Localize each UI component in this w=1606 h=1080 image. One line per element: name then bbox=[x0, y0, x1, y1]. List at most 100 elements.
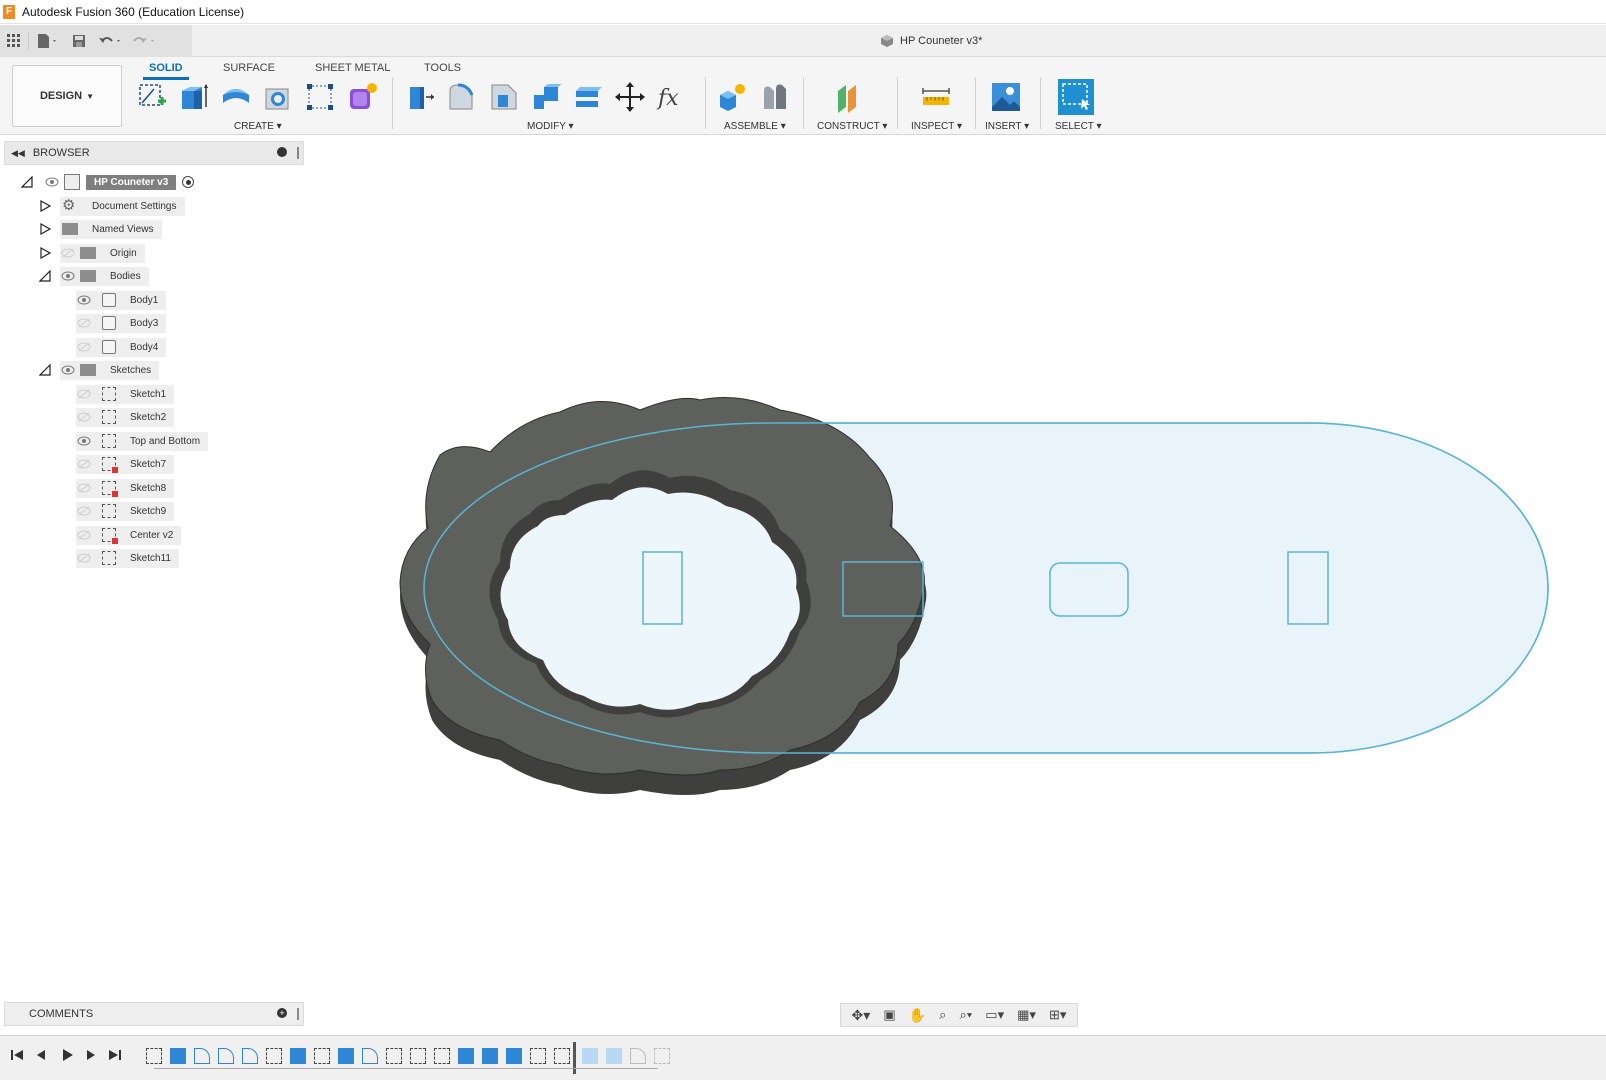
browser-item-body3[interactable]: Body3 bbox=[76, 313, 167, 333]
pattern-icon[interactable] bbox=[302, 79, 338, 115]
revolve-icon[interactable] bbox=[218, 79, 254, 115]
look-at-icon[interactable]: ▣ bbox=[883, 1007, 895, 1023]
step-forward-icon[interactable] bbox=[82, 1046, 100, 1064]
timeline-sketch-feature[interactable] bbox=[530, 1048, 546, 1064]
modify-menu[interactable]: MODIFY ▾ bbox=[527, 121, 574, 132]
timeline-extrude-feature[interactable] bbox=[338, 1048, 354, 1064]
hidden-eye-icon[interactable] bbox=[76, 505, 92, 517]
undo-icon[interactable] bbox=[93, 29, 127, 53]
timeline-fillet-feature[interactable] bbox=[362, 1048, 378, 1064]
browser-item-sketch1[interactable]: Sketch1 bbox=[76, 384, 175, 404]
browser-item-sketches[interactable]: Sketches bbox=[38, 360, 160, 380]
browser-item-sketch9[interactable]: Sketch9 bbox=[76, 501, 175, 521]
grid-snaps-icon[interactable]: ▦▾ bbox=[1017, 1007, 1036, 1023]
hidden-eye-icon[interactable] bbox=[76, 552, 92, 564]
collapse-triangle-icon[interactable] bbox=[38, 269, 52, 283]
expand-triangle-icon[interactable] bbox=[38, 222, 52, 236]
file-menu-button[interactable] bbox=[29, 29, 65, 53]
browser-root-row[interactable]: HP Couneter v3 bbox=[20, 172, 195, 192]
timeline-suppressed-feature[interactable] bbox=[582, 1048, 598, 1064]
add-comment-icon[interactable]: + bbox=[277, 1008, 287, 1018]
play-icon[interactable] bbox=[58, 1046, 76, 1064]
hidden-eye-icon[interactable] bbox=[76, 482, 92, 494]
timeline-suppressed-feature[interactable] bbox=[606, 1048, 622, 1064]
timeline-fillet-feature[interactable] bbox=[194, 1048, 210, 1064]
tab-surface[interactable]: SURFACE bbox=[217, 59, 281, 77]
construct-menu[interactable]: CONSTRUCT ▾ bbox=[817, 121, 887, 132]
step-back-icon[interactable] bbox=[32, 1046, 50, 1064]
timeline-extrude-feature[interactable] bbox=[170, 1048, 186, 1064]
timeline-fillet-feature[interactable] bbox=[218, 1048, 234, 1064]
tab-tools[interactable]: TOOLS bbox=[418, 59, 467, 77]
go-to-start-icon[interactable] bbox=[8, 1046, 26, 1064]
visibility-eye-icon[interactable] bbox=[44, 176, 60, 188]
timeline-sketch-feature[interactable] bbox=[266, 1048, 282, 1064]
pan-icon[interactable]: ✋ bbox=[909, 1007, 926, 1024]
go-to-end-icon[interactable] bbox=[106, 1046, 124, 1064]
browser-item-sketch7[interactable]: Sketch7 bbox=[76, 454, 175, 474]
expand-triangle-icon[interactable] bbox=[38, 199, 52, 213]
browser-item-sketch2[interactable]: Sketch2 bbox=[76, 407, 175, 427]
inspect-menu[interactable]: INSPECT ▾ bbox=[911, 121, 962, 132]
workspace-switcher[interactable]: DESIGN ▼ bbox=[12, 65, 122, 127]
hidden-eye-icon[interactable] bbox=[76, 388, 92, 400]
select-tool-icon[interactable] bbox=[1058, 79, 1094, 115]
timeline-suppressed-feature[interactable] bbox=[630, 1048, 646, 1064]
extrude-icon[interactable] bbox=[176, 79, 212, 115]
timeline-fillet-feature[interactable] bbox=[242, 1048, 258, 1064]
browser-item-center-v2[interactable]: Center v2 bbox=[76, 525, 182, 545]
browser-item-body1[interactable]: Body1 bbox=[76, 290, 167, 310]
tab-sheet-metal[interactable]: SHEET METAL bbox=[309, 59, 396, 77]
redo-icon[interactable] bbox=[127, 29, 161, 53]
hidden-eye-icon[interactable] bbox=[76, 317, 92, 329]
fit-icon[interactable]: ⌕▾ bbox=[959, 1007, 972, 1023]
timeline-sketch-feature[interactable] bbox=[410, 1048, 426, 1064]
timeline-sketch-feature[interactable] bbox=[554, 1048, 570, 1064]
assemble-menu[interactable]: ASSEMBLE ▾ bbox=[724, 121, 786, 132]
display-settings-icon[interactable]: ▭▾ bbox=[985, 1007, 1004, 1023]
comments-resize-handle[interactable] bbox=[297, 1008, 299, 1020]
visibility-eye-icon[interactable] bbox=[60, 270, 76, 282]
joint-icon[interactable] bbox=[756, 79, 792, 115]
browser-item-top-and-bottom[interactable]: Top and Bottom bbox=[76, 431, 209, 451]
viewports-icon[interactable]: ⊞▾ bbox=[1049, 1007, 1066, 1023]
timeline-sketch-feature[interactable] bbox=[434, 1048, 450, 1064]
tab-solid[interactable]: SOLID bbox=[143, 59, 189, 80]
browser-item-sketch11[interactable]: Sketch11 bbox=[76, 548, 179, 568]
activate-radio-icon[interactable] bbox=[182, 176, 195, 188]
shell-icon[interactable] bbox=[528, 79, 564, 115]
create-menu[interactable]: CREATE ▾ bbox=[234, 121, 282, 132]
collapse-browser-icon[interactable]: ◀◀ bbox=[11, 148, 25, 159]
timeline-extrude-feature[interactable] bbox=[458, 1048, 474, 1064]
zoom-icon[interactable]: ⌕ bbox=[939, 1007, 946, 1023]
fillet-icon[interactable] bbox=[444, 79, 480, 115]
browser-item-bodies[interactable]: Bodies bbox=[38, 266, 149, 286]
create-sketch-icon[interactable] bbox=[134, 79, 170, 115]
parameters-icon[interactable]: fx bbox=[654, 79, 690, 115]
browser-root-label[interactable]: HP Couneter v3 bbox=[86, 174, 177, 190]
collapse-triangle-icon[interactable] bbox=[20, 175, 34, 189]
browser-options-icon[interactable] bbox=[277, 147, 287, 157]
new-component-icon[interactable] bbox=[714, 79, 750, 115]
press-pull-icon[interactable] bbox=[402, 79, 438, 115]
split-body-icon[interactable] bbox=[570, 79, 606, 115]
expand-triangle-icon[interactable] bbox=[38, 246, 52, 260]
browser-item-document-settings[interactable]: ⚙ Document Settings bbox=[38, 196, 185, 216]
hidden-eye-icon[interactable] bbox=[76, 458, 92, 470]
visibility-eye-icon[interactable] bbox=[60, 364, 76, 376]
app-grid-icon[interactable] bbox=[0, 29, 28, 53]
browser-item-body4[interactable]: Body4 bbox=[76, 337, 167, 357]
timeline-sketch-feature[interactable] bbox=[386, 1048, 402, 1064]
measure-icon[interactable] bbox=[918, 79, 954, 115]
model-canvas[interactable] bbox=[300, 140, 1606, 1000]
create-form-icon[interactable] bbox=[344, 79, 380, 115]
comments-panel[interactable]: COMMENTS + bbox=[4, 1002, 304, 1026]
timeline-marker[interactable] bbox=[573, 1042, 576, 1074]
browser-item-sketch8[interactable]: Sketch8 bbox=[76, 478, 175, 498]
timeline-extrude-feature[interactable] bbox=[290, 1048, 306, 1064]
browser-item-named-views[interactable]: Named Views bbox=[38, 219, 162, 239]
browser-resize-handle[interactable] bbox=[297, 147, 299, 159]
insert-menu[interactable]: INSERT ▾ bbox=[985, 121, 1029, 132]
hidden-eye-icon[interactable] bbox=[60, 247, 76, 259]
browser-item-origin[interactable]: Origin bbox=[38, 243, 145, 263]
